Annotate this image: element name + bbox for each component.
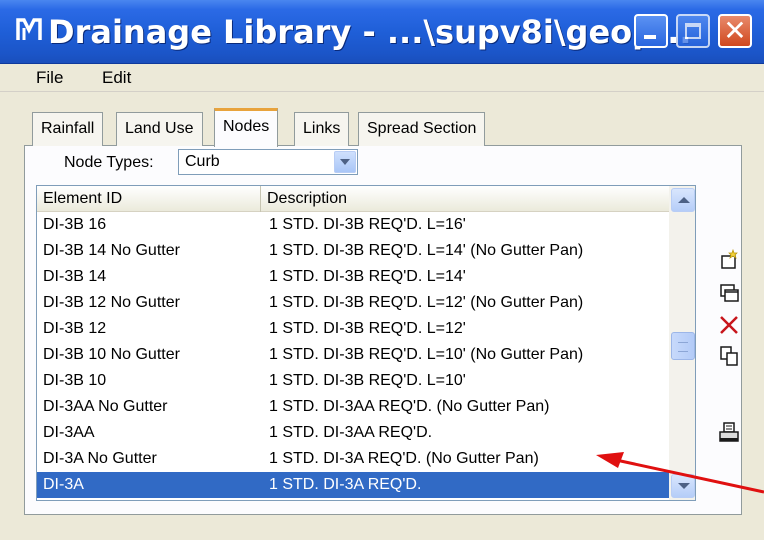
cell-element-id: DI-3A No Gutter (43, 450, 157, 467)
cell-element-id: DI-3AA No Gutter (43, 398, 168, 415)
node-types-label: Node Types: (64, 154, 154, 171)
window-title: Drainage Library - ...\supv8i\geop... (48, 13, 692, 51)
tab-rainfall[interactable]: Rainfall (32, 112, 104, 146)
cell-description: 1 STD. DI-3B REQ'D. L=12' (No Gutter Pan… (269, 294, 584, 311)
table-row[interactable]: DI-3AA No Gutter 1 STD. DI-3AA REQ'D. (N… (37, 394, 669, 420)
cell-element-id: DI-3B 12 (43, 320, 107, 337)
table-row[interactable]: DI-3B 10 No Gutter 1 STD. DI-3B REQ'D. L… (37, 342, 669, 368)
arrow-down-icon (678, 483, 690, 489)
cell-description: 1 STD. DI-3AA REQ'D. (269, 424, 433, 441)
print-icon[interactable] (716, 420, 742, 446)
menu-edit-label: Edit (102, 68, 132, 87)
column-header-element-id[interactable]: Element ID (37, 186, 261, 212)
element-list[interactable]: Element ID Description DI-3B 16 1 STD. D… (36, 185, 696, 501)
cell-element-id: DI-3B 12 No Gutter (43, 294, 180, 311)
table-row[interactable]: DI-3AA 1 STD. DI-3AA REQ'D. (37, 420, 669, 446)
cell-description: 1 STD. DI-3B REQ'D. L=16' (269, 216, 466, 233)
cell-description: 1 STD. DI-3AA REQ'D. (No Gutter Pan) (269, 398, 550, 415)
title-bar[interactable]: Drainage Library - ...\supv8i\geop... ✕ (0, 0, 764, 64)
cell-element-id: DI-3B 16 (43, 216, 107, 233)
minimize-button[interactable] (634, 14, 668, 48)
table-row[interactable]: DI-3B 12 No Gutter 1 STD. DI-3B REQ'D. L… (37, 290, 669, 316)
cell-description: 1 STD. DI-3B REQ'D. L=10' (269, 372, 466, 389)
maximize-button[interactable] (676, 14, 710, 48)
menu-file-label: File (36, 68, 64, 87)
tab-nodes[interactable]: Nodes (214, 108, 279, 147)
tab-land-use[interactable]: Land Use (116, 112, 203, 146)
node-types-dropdown[interactable]: Curb (178, 149, 358, 175)
node-types-value: Curb (185, 153, 220, 170)
new-item-icon[interactable] (716, 247, 742, 273)
cell-description: 1 STD. DI-3A REQ'D. (269, 476, 422, 493)
chevron-down-icon (340, 159, 350, 165)
column-header-description[interactable]: Description (261, 186, 669, 212)
dropdown-button[interactable] (334, 151, 356, 173)
table-row[interactable]: DI-3B 14 1 STD. DI-3B REQ'D. L=14' (37, 264, 669, 290)
cell-description: 1 STD. DI-3B REQ'D. L=10' (No Gutter Pan… (269, 346, 584, 363)
cell-description: 1 STD. DI-3A REQ'D. (No Gutter Pan) (269, 450, 539, 467)
cell-element-id: DI-3A (43, 476, 84, 493)
tab-links[interactable]: Links (294, 112, 350, 146)
menu-edit[interactable]: Edit (102, 67, 131, 89)
cell-description: 1 STD. DI-3B REQ'D. L=14' (269, 268, 466, 285)
cell-element-id: DI-3B 10 (43, 372, 107, 389)
arrow-up-icon (678, 197, 690, 203)
vertical-scrollbar[interactable] (669, 186, 695, 500)
delete-icon[interactable] (716, 312, 742, 338)
table-row[interactable]: DI-3B 14 No Gutter 1 STD. DI-3B REQ'D. L… (37, 238, 669, 264)
cell-description: 1 STD. DI-3B REQ'D. L=14' (No Gutter Pan… (269, 242, 584, 259)
cell-element-id: DI-3B 14 No Gutter (43, 242, 180, 259)
table-row[interactable]: DI-3B 16 1 STD. DI-3B REQ'D. L=16' (37, 212, 669, 238)
copy-window-icon[interactable] (716, 280, 742, 306)
list-header: Element ID Description (37, 186, 669, 212)
scroll-up-button[interactable] (671, 188, 695, 212)
table-row-selected[interactable]: DI-3A 1 STD. DI-3A REQ'D. (37, 472, 669, 498)
scrollbar-thumb[interactable] (671, 332, 695, 360)
menu-file[interactable]: File (36, 67, 63, 89)
close-button[interactable]: ✕ (718, 14, 752, 48)
tab-spread-section[interactable]: Spread Section (358, 112, 486, 146)
close-icon: ✕ (723, 14, 747, 47)
cell-element-id: DI-3AA (43, 424, 95, 441)
cell-element-id: DI-3B 10 No Gutter (43, 346, 180, 363)
table-row[interactable]: DI-3B 12 1 STD. DI-3B REQ'D. L=12' (37, 316, 669, 342)
scroll-down-button[interactable] (671, 474, 695, 498)
app-logo-icon (14, 14, 44, 44)
drainage-library-window: Drainage Library - ...\supv8i\geop... ✕ … (0, 0, 764, 540)
table-row[interactable]: DI-3B 10 1 STD. DI-3B REQ'D. L=10' (37, 368, 669, 394)
table-row[interactable]: DI-3A No Gutter 1 STD. DI-3A REQ'D. (No … (37, 446, 669, 472)
list-body: DI-3B 16 1 STD. DI-3B REQ'D. L=16' DI-3B… (37, 212, 669, 498)
menu-bar: File Edit (0, 64, 764, 92)
cell-description: 1 STD. DI-3B REQ'D. L=12' (269, 320, 466, 337)
cell-element-id: DI-3B 14 (43, 268, 107, 285)
duplicate-icon[interactable] (716, 343, 742, 369)
